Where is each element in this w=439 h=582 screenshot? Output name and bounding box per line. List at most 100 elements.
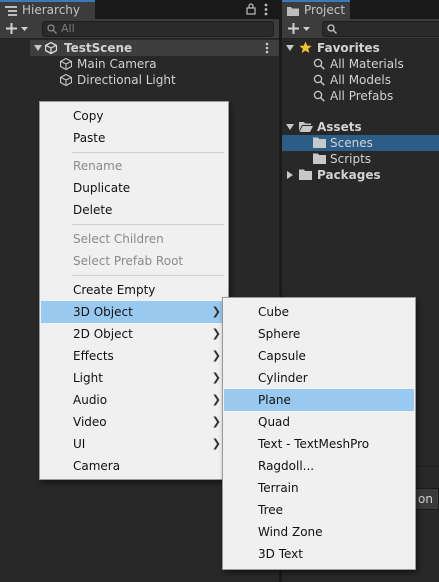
menu-item-label: Select Children — [73, 232, 164, 246]
search-icon — [313, 58, 325, 70]
menu-item-camera[interactable]: Camera — [41, 455, 227, 477]
assets-item-label: Scenes — [330, 136, 373, 150]
submenu-item-label: Terrain — [258, 481, 299, 495]
menu-item-label: Audio — [73, 393, 108, 407]
menu-item-label: Duplicate — [73, 181, 131, 195]
menu-item-2d-object[interactable]: 2D Object ❯ — [41, 323, 227, 345]
hierarchy-search-input[interactable]: All — [42, 21, 274, 37]
favorites-label: Favorites — [317, 41, 380, 55]
context-menu: Copy Paste Rename Duplicate Delete Selec… — [39, 101, 229, 480]
assets-folder[interactable]: Assets — [282, 119, 439, 135]
search-icon — [47, 24, 57, 34]
packages-folder[interactable]: Packages — [282, 167, 439, 183]
menu-item-copy[interactable]: Copy — [41, 105, 227, 127]
plus-icon — [288, 23, 299, 34]
project-tab-label: Project — [304, 3, 346, 17]
project-create-button[interactable] — [286, 20, 316, 37]
submenu-arrow-icon: ❯ — [211, 437, 221, 450]
menu-item-3d-object[interactable]: 3D Object ❯ — [41, 301, 227, 323]
scene-menu-icon[interactable] — [265, 42, 269, 54]
hierarchy-list-icon — [5, 6, 17, 16]
folder-open-icon — [299, 122, 313, 132]
menu-item-label: Copy — [73, 109, 104, 123]
submenu-item-capsule[interactable]: Capsule — [224, 345, 414, 367]
create-dropdown-button[interactable] — [4, 20, 34, 37]
expand-arrow-icon[interactable] — [286, 124, 294, 130]
project-tab-strip: Project — [282, 0, 439, 19]
submenu-arrow-icon: ❯ — [211, 415, 221, 428]
submenu-item-quad[interactable]: Quad — [224, 411, 414, 433]
menu-item-label: Select Prefab Root — [73, 254, 184, 268]
submenu-item-wind-zone[interactable]: Wind Zone — [224, 521, 414, 543]
menu-item-delete[interactable]: Delete — [41, 199, 227, 221]
hierarchy-tab[interactable]: Hierarchy — [0, 0, 95, 19]
expand-arrow-icon[interactable] — [34, 45, 42, 51]
search-icon — [327, 24, 337, 34]
submenu-item-label: Wind Zone — [258, 525, 323, 539]
hierarchy-item-label: Directional Light — [77, 73, 176, 87]
menu-item-label: Video — [73, 415, 107, 429]
project-tab[interactable]: Project — [282, 0, 350, 19]
menu-item-effects[interactable]: Effects ❯ — [41, 345, 227, 367]
scene-row[interactable]: TestScene — [30, 40, 279, 56]
collapse-arrow-icon[interactable] — [287, 171, 293, 179]
expand-arrow-icon[interactable] — [286, 45, 294, 51]
favorites-header[interactable]: Favorites — [282, 40, 439, 56]
submenu-arrow-icon: ❯ — [211, 327, 221, 340]
submenu-arrow-icon: ❯ — [211, 371, 221, 384]
gameobject-cube-icon — [60, 58, 72, 70]
lock-icon[interactable] — [246, 3, 256, 15]
menu-item-audio[interactable]: Audio ❯ — [41, 389, 227, 411]
menu-item-light[interactable]: Light ❯ — [41, 367, 227, 389]
menu-item-rename: Rename — [41, 155, 227, 177]
submenu-item-3d-text[interactable]: 3D Text — [224, 543, 414, 565]
assets-item-scripts[interactable]: Scripts — [282, 151, 439, 167]
menu-item-label: Light — [73, 371, 103, 385]
hierarchy-tab-strip: Hierarchy — [0, 0, 279, 19]
assets-item-scenes[interactable]: Scenes — [282, 135, 439, 151]
search-icon — [313, 90, 325, 102]
menu-item-label: Delete — [73, 203, 113, 217]
partial-field-text: on P — [418, 492, 438, 506]
submenu-item-plane[interactable]: Plane — [224, 389, 414, 411]
submenu-item-ragdoll[interactable]: Ragdoll... — [224, 455, 414, 477]
submenu-item-sphere[interactable]: Sphere — [224, 323, 414, 345]
menu-item-label: 3D Object — [73, 305, 133, 319]
submenu-item-tree[interactable]: Tree — [224, 499, 414, 521]
caret-down-icon — [21, 27, 28, 31]
submenu-item-cylinder[interactable]: Cylinder — [224, 367, 414, 389]
submenu-item-label: Ragdoll... — [258, 459, 315, 473]
submenu-item-label: Capsule — [258, 349, 306, 363]
folder-icon — [313, 153, 326, 164]
gameobject-cube-icon — [60, 74, 72, 86]
menu-item-label: Rename — [73, 159, 123, 173]
unity-scene-icon — [45, 42, 57, 54]
submenu-item-terrain[interactable]: Terrain — [224, 477, 414, 499]
menu-item-video[interactable]: Video ❯ — [41, 411, 227, 433]
menu-item-create-empty[interactable]: Create Empty — [41, 279, 227, 301]
menu-item-ui[interactable]: UI ❯ — [41, 433, 227, 455]
menu-item-label: Paste — [73, 131, 106, 145]
search-placeholder: All — [61, 22, 75, 35]
menu-item-label: Create Empty — [73, 283, 156, 297]
star-icon — [299, 41, 312, 53]
favorite-item-label: All Materials — [330, 57, 404, 71]
submenu-item-label: Sphere — [258, 327, 301, 341]
favorite-item-label: All Prefabs — [330, 89, 394, 103]
submenu-item-label: Cube — [258, 305, 289, 319]
submenu-item-cube[interactable]: Cube — [224, 301, 414, 323]
submenu-item-label: Cylinder — [258, 371, 308, 385]
menu-separator — [72, 224, 224, 225]
menu-separator — [72, 275, 224, 276]
submenu-item-label: 3D Text — [258, 547, 303, 561]
menu-item-duplicate[interactable]: Duplicate — [41, 177, 227, 199]
more-options-icon[interactable] — [264, 3, 268, 16]
packages-label: Packages — [317, 168, 381, 182]
search-icon — [313, 74, 325, 86]
menu-item-paste[interactable]: Paste — [41, 127, 227, 149]
project-search-input[interactable] — [322, 21, 439, 37]
menu-item-label: UI — [73, 437, 86, 451]
hierarchy-item-label: Main Camera — [77, 57, 157, 71]
project-toolbar — [282, 19, 439, 39]
submenu-item-text-meshpro[interactable]: Text - TextMeshPro — [224, 433, 414, 455]
